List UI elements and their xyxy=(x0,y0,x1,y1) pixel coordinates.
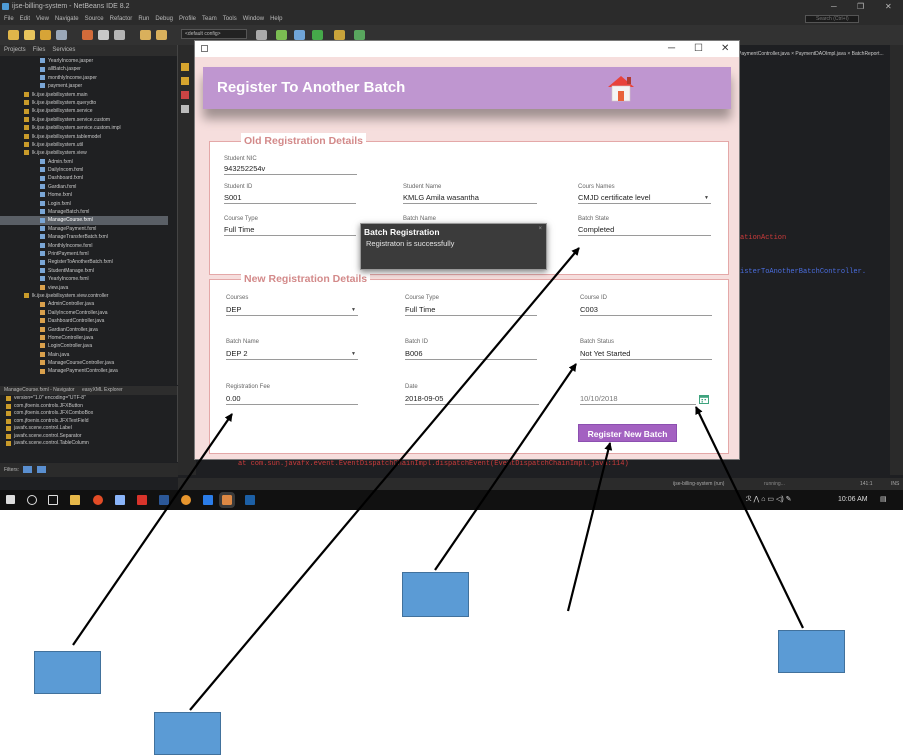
annotation-arrow xyxy=(72,413,233,646)
annotation-arrow xyxy=(695,406,804,629)
annotation-arrow xyxy=(566,442,613,612)
annotation-arrow xyxy=(189,247,580,711)
annotation-arrows xyxy=(72,247,804,711)
